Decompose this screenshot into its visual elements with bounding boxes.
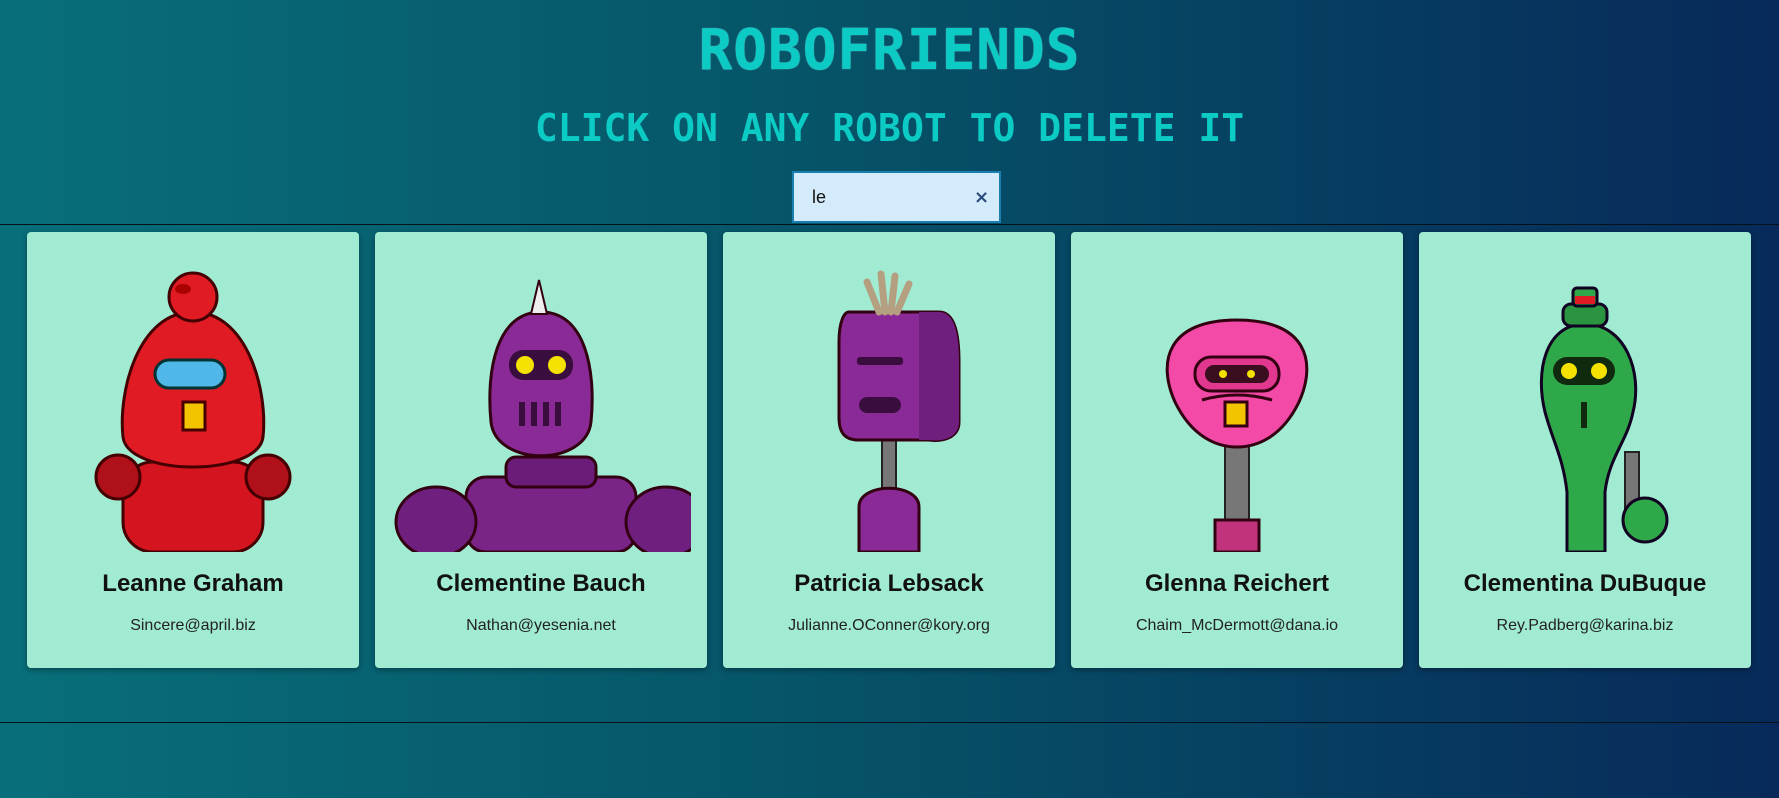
top-divider [0, 224, 1779, 225]
robot-avatar-image [1539, 286, 1669, 552]
robot-email: Chaim_McDermott@dana.io [1135, 617, 1339, 634]
search-box: × [792, 171, 1001, 223]
close-icon[interactable]: × [974, 187, 989, 208]
robot-card[interactable]: Glenna Reichert Chaim_McDermott@dana.io [1071, 232, 1403, 668]
robot-card[interactable]: Clementina DuBuque Rey.Padberg@karina.bi… [1419, 232, 1751, 668]
robot-email: Rey.Padberg@karina.biz [1496, 617, 1674, 634]
app-subtitle: CLICK ON ANY ROBOT TO DELETE IT [534, 106, 1245, 150]
robot-card[interactable]: Patricia Lebsack Julianne.OConner@kory.o… [723, 232, 1055, 668]
robot-avatar-image [1165, 318, 1309, 552]
robot-avatar-image [94, 271, 292, 552]
robot-name: Clementine Bauch [436, 570, 646, 597]
bottom-divider [0, 722, 1779, 723]
search-input[interactable] [810, 185, 974, 209]
robot-email: Nathan@yesenia.net [466, 617, 616, 634]
robot-card[interactable]: Leanne Graham Sincere@april.biz [27, 232, 359, 668]
robot-name: Glenna Reichert [1144, 570, 1330, 597]
app-title: ROBOFRIENDS [698, 18, 1081, 83]
robot-email: Sincere@april.biz [130, 617, 256, 634]
robot-name: Leanne Graham [102, 570, 284, 597]
robot-avatar-image [394, 279, 691, 552]
robot-name: Patricia Lebsack [794, 570, 984, 597]
robot-avatar-image [837, 270, 961, 552]
robot-email: Julianne.OConner@kory.org [788, 617, 990, 634]
robot-card[interactable]: Clementine Bauch Nathan@yesenia.net [375, 232, 707, 668]
robot-name: Clementina DuBuque [1463, 570, 1707, 597]
